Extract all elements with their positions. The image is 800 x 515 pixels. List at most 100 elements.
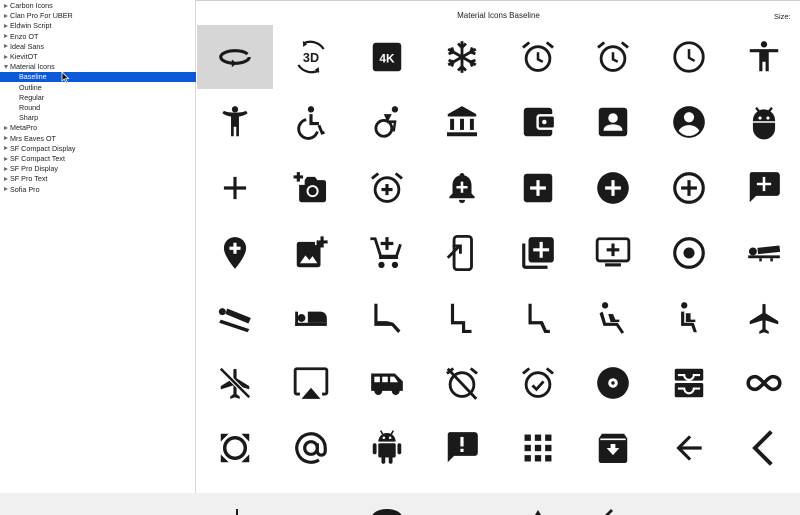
sidebar-item-label: Carbon Icons [10, 1, 53, 10]
sidebar-item-mrs-eaves-ot[interactable]: Mrs Eaves OT [0, 134, 196, 144]
sidebar-item-metapro[interactable]: MetaPro [0, 123, 196, 133]
disclosure-closed-icon[interactable] [4, 187, 8, 192]
icon-cell[interactable] [349, 156, 425, 220]
icon-cell[interactable] [349, 221, 425, 285]
sidebar-subitem-sharp[interactable]: Sharp [0, 113, 196, 123]
sidebar-subitem-baseline[interactable]: Baseline [0, 72, 196, 83]
icon-cell[interactable]: 3D [273, 25, 349, 89]
disclosure-closed-icon[interactable] [4, 176, 8, 181]
sidebar-item-clan-pro-for-uber[interactable]: Clan Pro For UBER [0, 11, 196, 21]
icon-cell[interactable] [424, 416, 500, 480]
disclosure-closed-icon[interactable] [4, 44, 8, 49]
disclosure-closed-icon[interactable] [4, 146, 8, 151]
icon-cell[interactable] [273, 416, 349, 480]
disclosure-closed-icon[interactable] [4, 34, 8, 39]
icon-cell[interactable] [500, 351, 576, 415]
icon-cell[interactable] [651, 90, 727, 154]
disclosure-closed-icon[interactable] [4, 54, 8, 59]
sidebar-item-sf-pro-display[interactable]: SF Pro Display [0, 164, 196, 174]
sidebar-item-eldwin-script[interactable]: Eldwin Script [0, 21, 196, 31]
icon-cell[interactable] [197, 25, 273, 89]
icon-cell[interactable] [575, 25, 651, 89]
sidebar-item-sf-compact-display[interactable]: SF Compact Display [0, 144, 196, 154]
sidebar-subitem-round[interactable]: Round [0, 103, 196, 113]
icon-cell[interactable] [726, 25, 800, 89]
sidebar-item-enzo-ot[interactable]: Enzo OT [0, 32, 196, 42]
icon-cell[interactable] [500, 25, 576, 89]
sidebar-subitem-regular[interactable]: Regular [0, 93, 196, 103]
icon-cell[interactable] [651, 25, 727, 89]
icon-cell[interactable] [500, 286, 576, 350]
icon-cell[interactable] [575, 416, 651, 480]
icon-cell[interactable] [726, 416, 800, 480]
disclosure-closed-icon[interactable] [4, 23, 8, 28]
icon-cell[interactable] [197, 90, 273, 154]
icon-cell[interactable] [500, 90, 576, 154]
icon-cell[interactable] [651, 416, 727, 480]
icon-cell[interactable] [197, 351, 273, 415]
airline-seat-flat-angled-icon [218, 308, 251, 333]
icon-cell[interactable] [273, 156, 349, 220]
sidebar-item-material-icons[interactable]: Material Icons [0, 62, 196, 72]
icon-cell[interactable] [726, 90, 800, 154]
account-circle-icon [673, 106, 705, 138]
disclosure-open-icon[interactable] [3, 65, 8, 70]
icon-cell[interactable] [575, 351, 651, 415]
icon-cell[interactable] [500, 416, 576, 480]
icon-cell[interactable] [651, 286, 727, 350]
icon-cell[interactable] [197, 416, 273, 480]
sidebar-item-sf-pro-text[interactable]: SF Pro Text [0, 174, 196, 184]
arrow-back-icon [676, 435, 702, 461]
disclosure-closed-icon[interactable] [4, 156, 8, 161]
accessibility-new-icon [222, 106, 248, 137]
icon-cell[interactable] [575, 286, 651, 350]
icon-cell[interactable]: 4K [349, 25, 425, 89]
icon-cell[interactable] [726, 286, 800, 350]
size-label: Size: [774, 12, 791, 21]
icon-cell[interactable] [273, 90, 349, 154]
icon-cell[interactable] [349, 416, 425, 480]
icon-cell[interactable] [575, 156, 651, 220]
icon-cell[interactable] [273, 351, 349, 415]
icon-cell[interactable] [349, 351, 425, 415]
sidebar-item-sofia-pro[interactable]: Sofia Pro [0, 185, 196, 195]
icon-cell[interactable] [575, 90, 651, 154]
icon-cell[interactable] [424, 156, 500, 220]
icon-cell[interactable] [424, 25, 500, 89]
sidebar-item-sf-compact-text[interactable]: SF Compact Text [0, 154, 196, 164]
icon-cell[interactable] [500, 221, 576, 285]
icon-cell[interactable] [273, 286, 349, 350]
sidebar-item-ideal-sans[interactable]: Ideal Sans [0, 42, 196, 52]
icon-cell[interactable] [500, 156, 576, 220]
icon-cell[interactable] [651, 221, 727, 285]
disclosure-closed-icon[interactable] [4, 125, 8, 130]
icon-cell[interactable] [424, 286, 500, 350]
icon-cell[interactable] [197, 286, 273, 350]
disclosure-closed-icon[interactable] [4, 13, 8, 18]
sidebar-subitem-outline[interactable]: Outline [0, 83, 196, 93]
disclosure-closed-icon[interactable] [4, 3, 8, 8]
icon-cell[interactable] [349, 286, 425, 350]
add-to-home-screen-icon [446, 234, 473, 272]
disclosure-closed-icon[interactable] [4, 136, 8, 141]
icon-cell[interactable] [197, 221, 273, 285]
icon-cell[interactable] [651, 156, 727, 220]
icon-cell[interactable] [424, 221, 500, 285]
sidebar-item-carbon-icons[interactable]: Carbon Icons [0, 1, 196, 11]
sidebar-item-kievitot[interactable]: KievitOT [0, 52, 196, 62]
sidebar-subitem-label: Outline [19, 82, 42, 92]
icon-cell[interactable] [726, 221, 800, 285]
icon-cell[interactable] [197, 156, 273, 220]
icon-cell[interactable] [424, 90, 500, 154]
icon-cell[interactable] [726, 156, 800, 220]
alarm-on-icon [522, 367, 554, 398]
airplanemode-active-icon [749, 303, 779, 334]
icon-cell[interactable] [273, 221, 349, 285]
add-photo-alternate-icon [296, 236, 328, 268]
icon-cell[interactable] [651, 351, 727, 415]
disclosure-closed-icon[interactable] [4, 166, 8, 171]
icon-cell[interactable] [575, 221, 651, 285]
icon-cell[interactable] [424, 351, 500, 415]
icon-cell[interactable] [726, 351, 800, 415]
icon-cell[interactable] [349, 90, 425, 154]
